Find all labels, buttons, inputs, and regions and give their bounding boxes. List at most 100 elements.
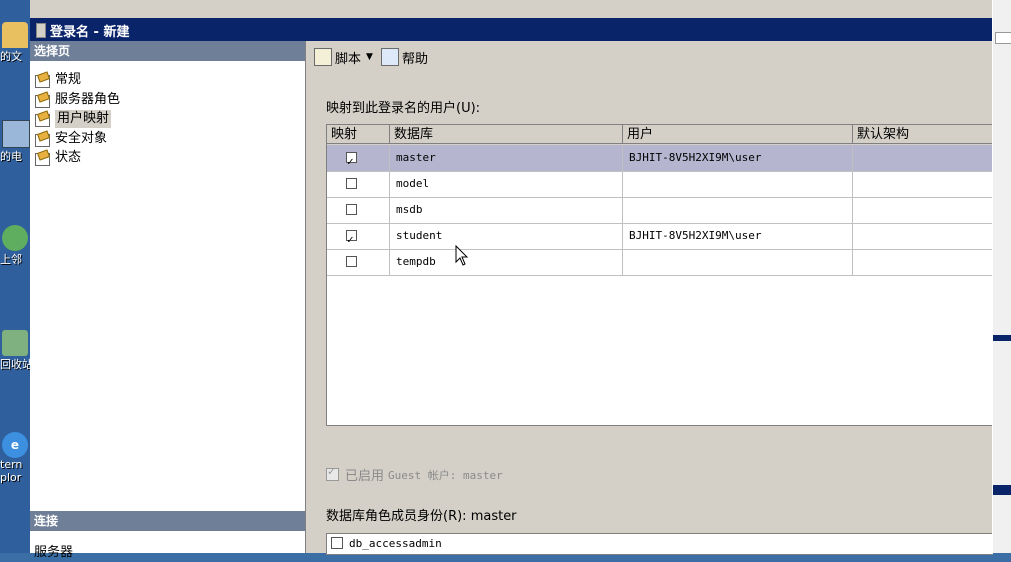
mapped-cell — [327, 171, 390, 197]
help-button-label: 帮助 — [401, 51, 428, 67]
page-icon — [34, 132, 50, 147]
role-checkbox[interactable] — [331, 537, 343, 549]
page-item-label: 服务器角色 — [55, 92, 121, 107]
script-icon — [314, 48, 332, 66]
desktop-strip: 的文 的电 上邻 回收站 e tern plor — [0, 0, 30, 553]
table-row[interactable]: student BJHIT-8V5H2XI9M\user — [327, 223, 993, 250]
mapped-checkbox[interactable] — [346, 227, 357, 249]
desktop-icon-label: 上邻 — [0, 253, 22, 266]
page-item-server-roles[interactable]: 服务器角色 — [34, 91, 120, 109]
user-mapping-grid[interactable]: 映射 数据库 用户 默认架构 master BJHIT-8V5H2XI9M\us… — [326, 124, 993, 426]
ie-icon: e — [2, 432, 28, 458]
page-item-securables[interactable]: 安全对象 — [34, 130, 107, 148]
script-button[interactable]: 脚本 ▼ — [314, 48, 373, 67]
connection-header: 连接 — [30, 511, 305, 531]
table-row[interactable]: tempdb — [327, 249, 993, 276]
help-button[interactable]: 帮助 — [380, 48, 428, 67]
role-name: db_accessadmin — [349, 536, 442, 550]
mouse-cursor-icon — [455, 245, 469, 266]
guest-account-text: Guest 帐户: master — [388, 468, 503, 482]
guest-enabled-checkbox — [326, 465, 339, 481]
user-cell[interactable]: BJHIT-8V5H2XI9M\user — [623, 223, 853, 249]
window-icon — [36, 23, 46, 38]
mapped-checkbox[interactable] — [346, 256, 357, 267]
table-row[interactable]: master BJHIT-8V5H2XI9M\user — [327, 145, 993, 172]
guest-account-status: 已启用 Guest 帐户: master — [326, 465, 503, 484]
desktop-icon-network[interactable]: 上邻 — [0, 225, 30, 267]
background-window-control — [995, 32, 1011, 44]
chevron-down-icon[interactable]: ▼ — [366, 52, 373, 62]
mapped-checkbox[interactable] — [346, 178, 357, 189]
connection-item-server[interactable]: 服务器 — [34, 544, 73, 562]
desktop-icon-label: tern plor — [0, 458, 23, 484]
page-item-label: 常规 — [55, 72, 82, 87]
background-window-strip — [992, 0, 1011, 553]
col-header-mapped[interactable]: 映射 — [327, 125, 390, 144]
grid-header: 映射 数据库 用户 默认架构 — [327, 125, 993, 145]
desktop-icon-label: 的文 — [0, 50, 22, 63]
database-cell[interactable]: master — [390, 145, 623, 171]
page-icon — [34, 112, 50, 127]
desktop-icon-recycle-bin[interactable]: 回收站 — [0, 330, 30, 372]
page-item-user-mapping[interactable]: 用户映射 — [34, 110, 112, 128]
mapped-cell — [327, 249, 390, 275]
user-cell[interactable] — [623, 171, 853, 197]
title-bar[interactable]: 登录名 - 新建 — [30, 18, 992, 41]
user-cell[interactable] — [623, 197, 853, 223]
desktop-icon-documents[interactable]: 的文 — [0, 22, 30, 64]
col-header-database[interactable]: 数据库 — [390, 125, 623, 144]
computer-icon — [2, 120, 30, 148]
desktop-icon-label: 回收站 — [0, 358, 30, 371]
page-icon — [34, 151, 50, 166]
mapping-label: 映射到此登录名的用户(U): — [326, 101, 481, 116]
mapped-checkbox[interactable] — [346, 149, 357, 171]
mapped-cell — [327, 223, 390, 249]
database-cell[interactable]: msdb — [390, 197, 623, 223]
script-button-label: 脚本 — [335, 51, 362, 67]
toolbar: 脚本 ▼ 帮助 — [306, 41, 992, 73]
network-icon — [2, 225, 28, 251]
page-item-label: 状态 — [55, 150, 82, 165]
recycle-bin-icon — [2, 330, 28, 356]
database-cell[interactable]: model — [390, 171, 623, 197]
select-page-pane: 选择页 常规 服务器角色 用户映射 安全对象 状态 连接 服务器 — [30, 41, 306, 560]
page-icon — [34, 73, 50, 88]
connection-item-label: 服务器 — [34, 545, 74, 560]
role-membership-label: 数据库角色成员身份(R): master — [326, 509, 517, 524]
table-row[interactable]: model — [327, 171, 993, 198]
help-icon — [380, 48, 399, 66]
window-top-strip — [30, 0, 992, 19]
schema-cell[interactable] — [853, 171, 993, 197]
mapped-cell — [327, 145, 390, 171]
col-header-default-schema[interactable]: 默认架构 — [853, 125, 993, 144]
table-row[interactable]: msdb — [327, 197, 993, 224]
schema-cell[interactable] — [853, 145, 993, 171]
user-cell[interactable] — [623, 249, 853, 275]
schema-cell[interactable] — [853, 223, 993, 249]
database-cell[interactable]: tempdb — [390, 249, 623, 275]
schema-cell[interactable] — [853, 197, 993, 223]
background-window-bar — [993, 485, 1011, 495]
desktop-icon-computer[interactable]: 的电 — [0, 120, 30, 164]
background-window-bar — [993, 335, 1011, 341]
database-cell[interactable]: student — [390, 223, 623, 249]
page-item-status[interactable]: 状态 — [34, 149, 81, 167]
schema-cell[interactable] — [853, 249, 993, 275]
user-mapping-pane: 脚本 ▼ 帮助 映射到此登录名的用户(U): 映射 数据库 用户 默认架构 ma… — [306, 41, 993, 555]
mapped-cell — [327, 197, 390, 223]
folder-icon — [2, 22, 28, 48]
page-item-label: 用户映射 — [55, 110, 112, 128]
col-header-user[interactable]: 用户 — [623, 125, 853, 144]
desktop-icon-ie[interactable]: e tern plor — [0, 432, 30, 484]
mapped-checkbox[interactable] — [346, 204, 357, 215]
page-item-label: 安全对象 — [55, 131, 108, 146]
list-item[interactable]: db_accessadmin — [327, 534, 993, 552]
window-title: 登录名 - 新建 — [50, 25, 130, 40]
select-page-header: 选择页 — [30, 41, 305, 61]
page-item-general[interactable]: 常规 — [34, 71, 81, 89]
page-icon — [34, 93, 50, 108]
user-cell[interactable]: BJHIT-8V5H2XI9M\user — [623, 145, 853, 171]
guest-enabled-label: 已启用 — [345, 469, 385, 484]
role-membership-list[interactable]: db_accessadmin — [326, 533, 993, 555]
desktop-icon-label: 的电 — [0, 150, 22, 163]
